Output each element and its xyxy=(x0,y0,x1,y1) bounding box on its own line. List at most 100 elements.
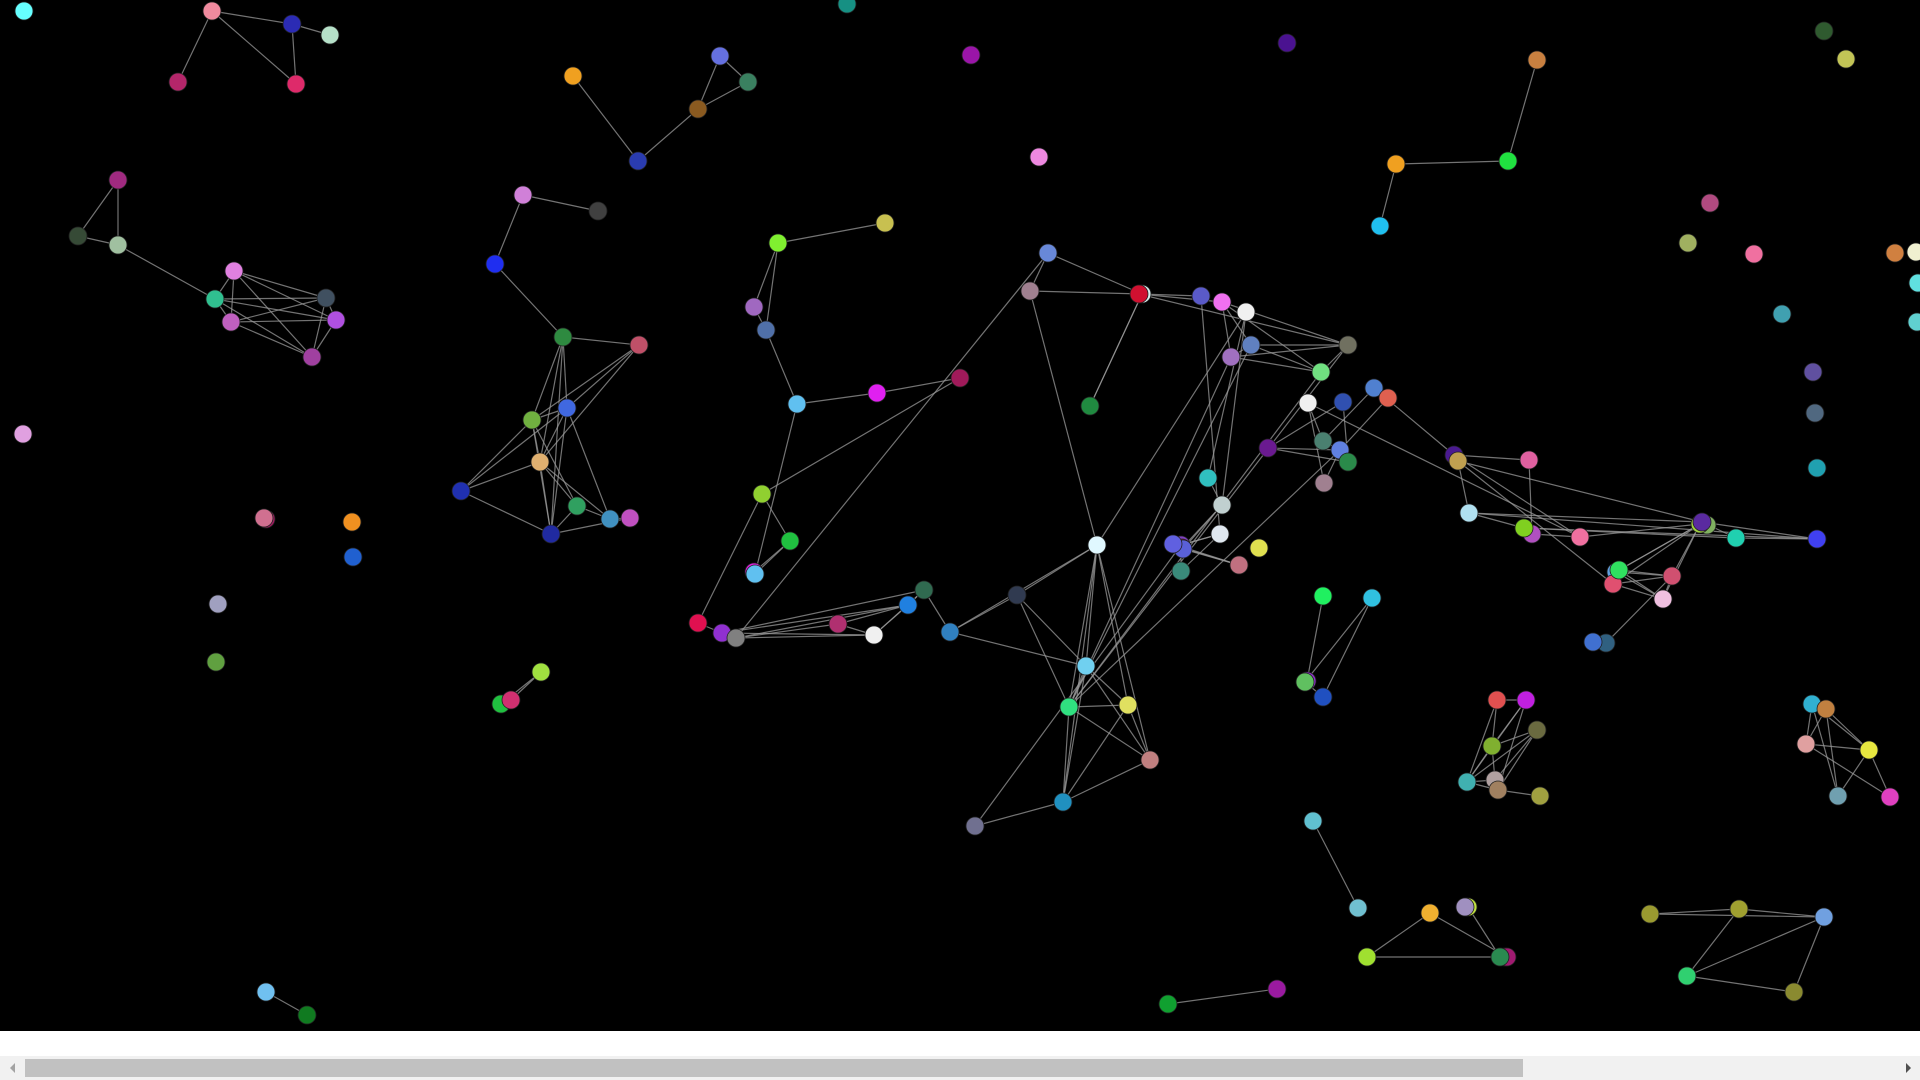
graph-node[interactable] xyxy=(522,410,542,430)
graph-node[interactable] xyxy=(837,0,857,14)
graph-node[interactable] xyxy=(768,233,788,253)
graph-node[interactable] xyxy=(1803,362,1823,382)
graph-node[interactable] xyxy=(256,982,276,1002)
graph-node[interactable] xyxy=(1907,312,1920,332)
graph-node[interactable] xyxy=(1378,388,1398,408)
graph-node[interactable] xyxy=(1221,347,1241,367)
graph-node[interactable] xyxy=(1726,528,1746,548)
graph-node[interactable] xyxy=(1249,538,1269,558)
graph-node[interactable] xyxy=(1482,736,1502,756)
graph-node[interactable] xyxy=(168,72,188,92)
graph-node[interactable] xyxy=(744,297,764,317)
graph-node[interactable] xyxy=(1459,503,1479,523)
graph-node[interactable] xyxy=(738,72,758,92)
graph-node[interactable] xyxy=(1059,697,1079,717)
graph-node[interactable] xyxy=(1258,438,1278,458)
graph-node[interactable] xyxy=(282,14,302,34)
graph-node[interactable] xyxy=(1053,792,1073,812)
network-graph[interactable] xyxy=(0,0,1920,1031)
graph-node[interactable] xyxy=(1314,473,1334,493)
graph-node[interactable] xyxy=(1303,811,1323,831)
graph-node[interactable] xyxy=(202,1,222,21)
graph-node[interactable] xyxy=(688,99,708,119)
graph-node[interactable] xyxy=(1814,907,1834,927)
graph-node[interactable] xyxy=(108,170,128,190)
graph-node[interactable] xyxy=(620,508,640,528)
graph-node[interactable] xyxy=(1457,772,1477,792)
graph-node[interactable] xyxy=(1212,292,1232,312)
scrollbar-thumb[interactable] xyxy=(25,1059,1523,1077)
graph-node[interactable] xyxy=(563,66,583,86)
graph-node[interactable] xyxy=(1298,393,1318,413)
graph-node[interactable] xyxy=(1158,994,1178,1014)
scroll-left-button[interactable] xyxy=(0,1056,24,1080)
graph-node[interactable] xyxy=(726,628,746,648)
graph-node[interactable] xyxy=(1784,982,1804,1002)
graph-node[interactable] xyxy=(513,185,533,205)
graph-node[interactable] xyxy=(950,368,970,388)
graph-node[interactable] xyxy=(1640,904,1660,924)
graph-node[interactable] xyxy=(965,816,985,836)
graph-node[interactable] xyxy=(875,213,895,233)
graph-node[interactable] xyxy=(1241,335,1261,355)
graph-node[interactable] xyxy=(1828,786,1848,806)
graph-node[interactable] xyxy=(1455,897,1475,917)
graph-node[interactable] xyxy=(1118,695,1138,715)
graph-node[interactable] xyxy=(752,484,772,504)
graph-node[interactable] xyxy=(297,1005,317,1025)
graph-node[interactable] xyxy=(316,288,336,308)
horizontal-scrollbar[interactable] xyxy=(0,1056,1920,1080)
graph-node[interactable] xyxy=(588,201,608,221)
graph-node[interactable] xyxy=(13,424,33,444)
graph-node[interactable] xyxy=(1338,452,1358,472)
graph-node[interactable] xyxy=(1313,687,1333,707)
graph-node[interactable] xyxy=(1772,304,1792,324)
graph-node[interactable] xyxy=(1076,656,1096,676)
graph-node[interactable] xyxy=(961,45,981,65)
graph-node[interactable] xyxy=(205,289,225,309)
graph-node[interactable] xyxy=(1038,243,1058,263)
graph-node[interactable] xyxy=(1129,284,1149,304)
graph-node[interactable] xyxy=(756,320,776,340)
graph-node[interactable] xyxy=(1807,458,1827,478)
graph-node[interactable] xyxy=(1236,302,1256,322)
graph-node[interactable] xyxy=(1020,281,1040,301)
graph-node[interactable] xyxy=(1171,561,1191,581)
graph-node[interactable] xyxy=(867,383,887,403)
graph-node[interactable] xyxy=(1267,979,1287,999)
graph-node[interactable] xyxy=(828,614,848,634)
graph-node[interactable] xyxy=(1362,588,1382,608)
graph-node[interactable] xyxy=(710,46,730,66)
graph-node[interactable] xyxy=(1295,672,1315,692)
graph-node[interactable] xyxy=(1448,451,1468,471)
graph-node[interactable] xyxy=(221,312,241,332)
graph-node[interactable] xyxy=(1488,780,1508,800)
graph-node[interactable] xyxy=(208,594,228,614)
graph-node[interactable] xyxy=(1859,740,1879,760)
graph-node[interactable] xyxy=(326,310,346,330)
graph-node[interactable] xyxy=(1807,529,1827,549)
graph-node[interactable] xyxy=(1796,734,1816,754)
graph-node[interactable] xyxy=(1333,392,1353,412)
graph-canvas[interactable] xyxy=(0,0,1920,1031)
graph-node[interactable] xyxy=(1653,589,1673,609)
graph-node[interactable] xyxy=(451,481,471,501)
graph-node[interactable] xyxy=(1229,555,1249,575)
graph-node[interactable] xyxy=(553,327,573,347)
graph-node[interactable] xyxy=(1357,947,1377,967)
graph-node[interactable] xyxy=(1007,585,1027,605)
graph-node[interactable] xyxy=(206,652,226,672)
graph-node[interactable] xyxy=(1370,216,1390,236)
graph-node[interactable] xyxy=(1729,899,1749,919)
graph-node[interactable] xyxy=(1490,947,1510,967)
graph-node[interactable] xyxy=(1744,244,1764,264)
graph-node[interactable] xyxy=(1348,898,1368,918)
graph-node[interactable] xyxy=(1210,524,1230,544)
graph-node[interactable] xyxy=(485,254,505,274)
graph-node[interactable] xyxy=(342,512,362,532)
graph-node[interactable] xyxy=(14,1,34,21)
graph-node[interactable] xyxy=(1677,966,1697,986)
graph-node[interactable] xyxy=(787,394,807,414)
graph-node[interactable] xyxy=(1191,286,1211,306)
graph-node[interactable] xyxy=(108,235,128,255)
